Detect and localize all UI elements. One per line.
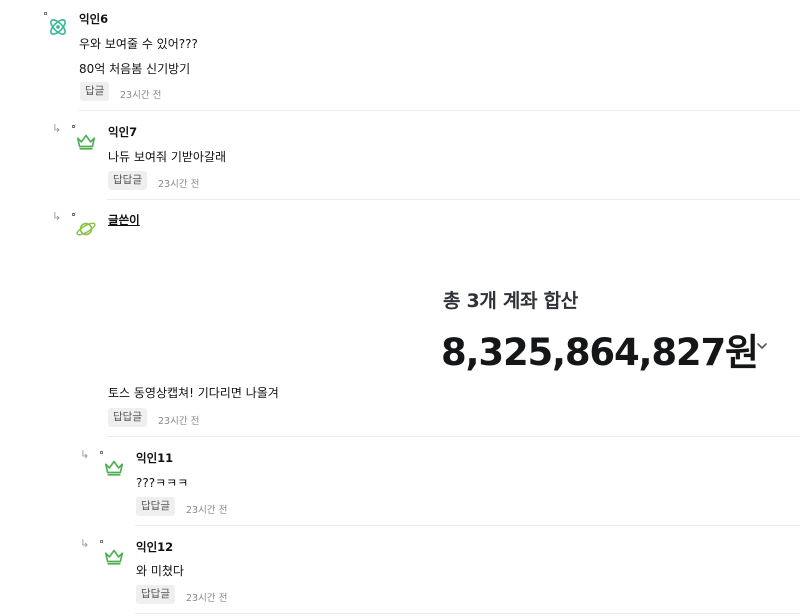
reply-arrow-icon: ↳: [52, 122, 62, 135]
planet-icon: [76, 222, 96, 236]
divider: [79, 110, 800, 111]
comment-time: 23시간 전: [158, 416, 200, 427]
comment-text: 와 미쳤다: [136, 564, 184, 578]
marker-dot: [72, 125, 75, 128]
comment-text: 우와 보여줄 수 있어???: [79, 37, 198, 51]
chevron-down-icon: [757, 343, 767, 349]
bank-total-title: 총 3개 계좌 합산: [443, 290, 578, 312]
reply-button[interactable]: 답답글: [108, 171, 147, 190]
marker-dot: [100, 451, 103, 454]
comment-time: 23시간 전: [186, 593, 228, 604]
comment-text: 토스 동영상캡쳐! 기다리면 나올겨: [108, 386, 279, 400]
bank-balance-capture: 총 3개 계좌 합산 8,325,864,827원: [440, 282, 785, 377]
divider: [107, 199, 800, 200]
atom-icon: [50, 19, 66, 35]
reply-arrow-icon: ↳: [52, 210, 62, 223]
reply-arrow-icon: ↳: [80, 448, 90, 461]
comment-text: 80억 처음봄 신기방기: [79, 62, 191, 76]
comment-nickname[interactable]: 글쓴이: [108, 212, 140, 228]
comment-time: 23시간 전: [120, 90, 162, 101]
comment-nickname[interactable]: 익인7: [108, 124, 137, 140]
crown-icon: [76, 134, 96, 150]
reply-button[interactable]: 답답글: [136, 497, 175, 516]
marker-dot: [44, 12, 47, 15]
comment-nickname[interactable]: 익인11: [136, 450, 173, 466]
comment-time: 23시간 전: [186, 505, 228, 516]
divider: [135, 525, 800, 526]
divider: [107, 436, 800, 437]
crown-icon: [104, 549, 124, 565]
comment-text: ???ㅋㅋㅋ: [136, 476, 189, 490]
reply-arrow-icon: ↳: [80, 537, 90, 550]
reply-button[interactable]: 답글: [80, 82, 110, 101]
comment-nickname[interactable]: 익인6: [79, 11, 108, 27]
bank-total-amount: 8,325,864,827원: [441, 331, 759, 374]
marker-dot: [100, 540, 103, 543]
reply-button[interactable]: 답답글: [108, 408, 147, 427]
marker-dot: [72, 213, 75, 216]
comment-nickname[interactable]: 익인12: [136, 539, 173, 555]
comment-text: 나듀 보여줘 기받아갈래: [108, 150, 227, 164]
divider: [135, 613, 800, 614]
comment-time: 23시간 전: [158, 179, 200, 190]
reply-button[interactable]: 답답글: [136, 585, 175, 604]
crown-icon: [104, 460, 124, 476]
